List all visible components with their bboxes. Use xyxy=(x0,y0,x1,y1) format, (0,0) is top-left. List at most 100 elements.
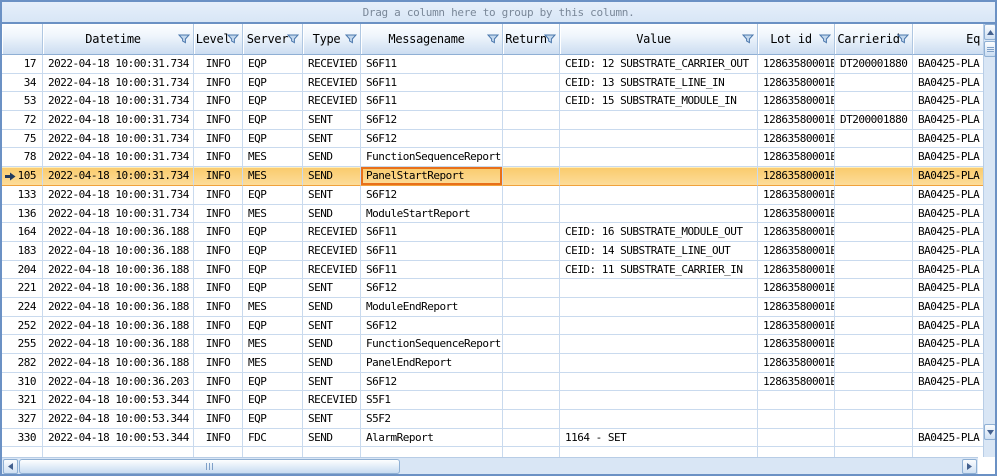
cell-messagename[interactable]: S6F11 xyxy=(361,242,503,261)
filter-funnel-icon[interactable] xyxy=(287,34,299,44)
cell-return[interactable] xyxy=(503,447,560,457)
filter-funnel-icon[interactable] xyxy=(544,34,556,44)
cell-value[interactable] xyxy=(560,111,758,130)
cell-carrierid[interactable] xyxy=(835,447,913,457)
cell-eq[interactable]: BA0425-PLA xyxy=(913,55,983,74)
table-row[interactable]: 3272022-04-18 10:00:53.344INFOEQPSENTS5F… xyxy=(2,410,983,429)
table-row[interactable]: 532022-04-18 10:00:31.734INFOEQPRECEVIED… xyxy=(2,92,983,111)
table-row[interactable]: 2552022-04-18 10:00:36.188INFOMESSENDFun… xyxy=(2,335,983,354)
cell-return[interactable] xyxy=(503,354,560,373)
cell-eq[interactable]: BA0425-PLA xyxy=(913,242,983,261)
cell-return[interactable] xyxy=(503,391,560,410)
cell-messagename[interactable]: FunctionSequenceReport xyxy=(361,335,503,354)
cell-carrierid[interactable] xyxy=(835,92,913,111)
cell-lotid[interactable]: 12863580001B xyxy=(758,205,835,224)
cell-lotid[interactable] xyxy=(758,391,835,410)
cell-level[interactable]: INFO xyxy=(194,92,243,111)
cell-value[interactable] xyxy=(560,167,758,186)
cell-type[interactable]: SEND xyxy=(303,298,361,317)
cell-lotid[interactable]: 12863580001B xyxy=(758,55,835,74)
cell-type[interactable]: RECEVIED xyxy=(303,74,361,93)
cell-messagename[interactable]: S5F1 xyxy=(361,391,503,410)
cell-return[interactable] xyxy=(503,223,560,242)
cell-server[interactable]: EQP xyxy=(243,111,303,130)
cell-type[interactable]: RECEVIED xyxy=(303,261,361,280)
cell-type[interactable]: SENT xyxy=(303,373,361,392)
cell-server[interactable]: EQP xyxy=(243,279,303,298)
cell-messagename[interactable]: ModuleStartReport xyxy=(361,205,503,224)
cell-server[interactable]: FDC xyxy=(243,429,303,448)
cell-type[interactable]: SEND xyxy=(303,429,361,448)
cell-lotid[interactable]: 12863580001B xyxy=(758,111,835,130)
cell-level[interactable]: INFO xyxy=(194,279,243,298)
cell-lotid[interactable]: 12863580001B xyxy=(758,148,835,167)
cell-carrierid[interactable] xyxy=(835,410,913,429)
cell-level[interactable]: INFO xyxy=(194,373,243,392)
cell-messagename[interactable]: S6F12 xyxy=(361,130,503,149)
cell-datetime[interactable]: 2022-04-18 10:00:31.734 xyxy=(43,205,194,224)
table-row[interactable]: 752022-04-18 10:00:31.734INFOEQPSENTS6F1… xyxy=(2,130,983,149)
cell-level[interactable]: INFO xyxy=(194,391,243,410)
cell-carrierid[interactable] xyxy=(835,391,913,410)
column-header-server[interactable]: Server xyxy=(243,24,303,55)
cell-value[interactable]: CEID: 11 SUBSTRATE_CARRIER_IN xyxy=(560,261,758,280)
cell-server[interactable]: EQP xyxy=(243,130,303,149)
table-row[interactable]: 1832022-04-18 10:00:36.188INFOEQPRECEVIE… xyxy=(2,242,983,261)
cell-return[interactable] xyxy=(503,130,560,149)
cell-datetime[interactable]: 2022-04-18 10:00:36.188 xyxy=(43,298,194,317)
cell-messagename[interactable] xyxy=(361,447,503,457)
cell-level[interactable]: INFO xyxy=(194,55,243,74)
filter-funnel-icon[interactable] xyxy=(487,34,499,44)
cell-eq[interactable]: BA0425-PLA xyxy=(913,92,983,111)
cell-return[interactable] xyxy=(503,148,560,167)
cell-type[interactable]: SEND xyxy=(303,335,361,354)
vertical-scrollbar[interactable] xyxy=(983,24,995,457)
table-row[interactable]: 3212022-04-18 10:00:53.344INFOEQPRECEVIE… xyxy=(2,391,983,410)
cell-return[interactable] xyxy=(503,74,560,93)
column-header-type[interactable]: Type xyxy=(303,24,361,55)
cell-server[interactable]: EQP xyxy=(243,391,303,410)
cell-eq[interactable]: BA0425-PLA xyxy=(913,373,983,392)
cell-lotid[interactable]: 12863580001B xyxy=(758,92,835,111)
cell-rownum[interactable]: 105 xyxy=(2,167,43,186)
table-row[interactable]: 1362022-04-18 10:00:31.734INFOMESSENDMod… xyxy=(2,205,983,224)
cell-messagename[interactable]: S6F12 xyxy=(361,111,503,130)
table-row[interactable]: 3302022-04-18 10:00:53.344INFOFDCSENDAla… xyxy=(2,429,983,448)
cell-lotid[interactable]: 12863580001B xyxy=(758,354,835,373)
cell-lotid[interactable]: 12863580001B xyxy=(758,130,835,149)
cell-rownum[interactable]: 255 xyxy=(2,335,43,354)
cell-messagename[interactable]: PanelEndReport xyxy=(361,354,503,373)
cell-type[interactable] xyxy=(303,447,361,457)
table-row[interactable]: 722022-04-18 10:00:31.734INFOEQPSENTS6F1… xyxy=(2,111,983,130)
cell-level[interactable]: INFO xyxy=(194,335,243,354)
cell-eq[interactable]: BA0425-PLA xyxy=(913,261,983,280)
cell-datetime[interactable]: 2022-04-18 10:00:31.734 xyxy=(43,92,194,111)
cell-type[interactable]: RECEVIED xyxy=(303,55,361,74)
cell-server[interactable] xyxy=(243,447,303,457)
cell-rownum[interactable]: 327 xyxy=(2,410,43,429)
cell-rownum[interactable]: 321 xyxy=(2,391,43,410)
cell-eq[interactable]: BA0425-PLA xyxy=(913,111,983,130)
cell-messagename[interactable]: S6F12 xyxy=(361,317,503,336)
filter-funnel-icon[interactable] xyxy=(897,34,909,44)
column-header-carrierid[interactable]: Carrierid xyxy=(835,24,913,55)
table-row[interactable]: 342022-04-18 10:00:31.734INFOEQPRECEVIED… xyxy=(2,74,983,93)
cell-datetime[interactable]: 2022-04-18 10:00:31.734 xyxy=(43,186,194,205)
cell-eq[interactable]: BA0425-PLA xyxy=(913,74,983,93)
cell-rownum[interactable]: 282 xyxy=(2,354,43,373)
cell-value[interactable] xyxy=(560,130,758,149)
cell-lotid[interactable] xyxy=(758,410,835,429)
cell-lotid[interactable]: 12863580001B xyxy=(758,261,835,280)
cell-messagename[interactable]: S6F11 xyxy=(361,55,503,74)
cell-datetime[interactable]: 2022-04-18 10:00:31.734 xyxy=(43,55,194,74)
cell-messagename[interactable]: PanelStartReport xyxy=(361,167,503,186)
cell-carrierid[interactable] xyxy=(835,373,913,392)
cell-messagename[interactable]: S6F11 xyxy=(361,223,503,242)
cell-server[interactable]: EQP xyxy=(243,242,303,261)
cell-lotid[interactable]: 12863580001B xyxy=(758,167,835,186)
cell-value[interactable]: CEID: 14 SUBSTRATE_LINE_OUT xyxy=(560,242,758,261)
cell-carrierid[interactable] xyxy=(835,317,913,336)
cell-rownum[interactable]: 164 xyxy=(2,223,43,242)
cell-eq[interactable]: BA0425-PLA xyxy=(913,279,983,298)
cell-return[interactable] xyxy=(503,186,560,205)
